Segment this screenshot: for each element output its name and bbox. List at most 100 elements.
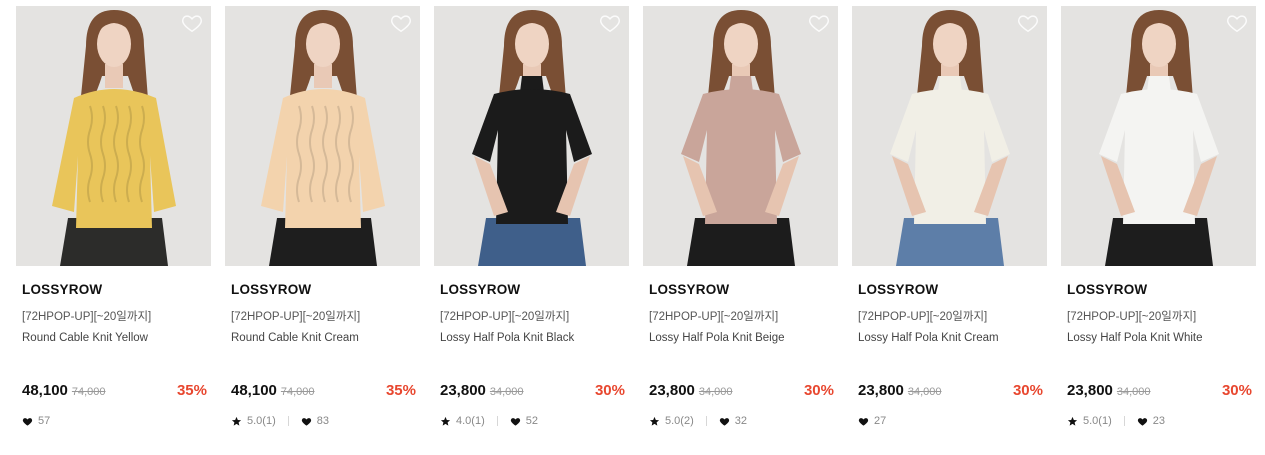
heart-outline-icon[interactable] bbox=[1017, 12, 1039, 34]
heart-outline-icon[interactable] bbox=[599, 12, 621, 34]
star-icon bbox=[231, 416, 242, 426]
product-meta: 5.0(1) 23 bbox=[1067, 415, 1165, 427]
product-brand[interactable]: LOSSYROW bbox=[231, 282, 311, 297]
likes-count: 23 bbox=[1152, 415, 1165, 427]
likes-group[interactable]: 27 bbox=[858, 415, 886, 427]
meta-divider bbox=[287, 416, 289, 426]
product-name[interactable]: Lossy Half Pola Knit Black bbox=[440, 332, 574, 344]
heart-outline-icon[interactable] bbox=[390, 12, 412, 34]
model-photo bbox=[225, 6, 420, 266]
product-meta: 4.0(1) 52 bbox=[440, 415, 538, 427]
product-brand[interactable]: LOSSYROW bbox=[22, 282, 102, 297]
product-brand[interactable]: LOSSYROW bbox=[858, 282, 938, 297]
product-card[interactable]: LOSSYROW [72HPOP-UP][~20일까지] Lossy Half … bbox=[852, 6, 1047, 446]
model-photo bbox=[852, 6, 1047, 266]
model-photo bbox=[434, 6, 629, 266]
likes-group[interactable]: 32 bbox=[719, 415, 747, 427]
likes-count: 27 bbox=[874, 415, 887, 427]
price-row: 48,100 74,000 35% bbox=[22, 382, 207, 402]
likes-group[interactable]: 57 bbox=[22, 415, 50, 427]
likes-group[interactable]: 83 bbox=[301, 415, 329, 427]
heart-icon bbox=[301, 417, 311, 426]
product-name[interactable]: Round Cable Knit Yellow bbox=[22, 332, 148, 344]
model-photo bbox=[1061, 6, 1256, 266]
discount-rate: 35% bbox=[385, 382, 416, 399]
product-brand[interactable]: LOSSYROW bbox=[440, 282, 520, 297]
sale-price: 23,800 bbox=[1067, 382, 1113, 399]
sale-price: 23,800 bbox=[649, 382, 695, 399]
meta-divider bbox=[1123, 416, 1125, 426]
original-price: 34,000 bbox=[907, 386, 942, 398]
heart-icon bbox=[510, 417, 520, 426]
product-meta: 5.0(2) 32 bbox=[649, 415, 747, 427]
price-row: 23,800 34,000 30% bbox=[440, 382, 625, 402]
original-price: 74,000 bbox=[280, 386, 315, 398]
likes-group[interactable]: 52 bbox=[510, 415, 538, 427]
product-card[interactable]: LOSSYROW [72HPOP-UP][~20일까지] Lossy Half … bbox=[434, 6, 629, 446]
rating-value: 5.0(2) bbox=[665, 415, 694, 427]
product-promo-tag: [72HPOP-UP][~20일까지] bbox=[1067, 311, 1197, 323]
sale-price: 23,800 bbox=[858, 382, 904, 399]
star-icon bbox=[440, 416, 451, 426]
heart-icon bbox=[1137, 417, 1147, 426]
product-image[interactable] bbox=[1061, 6, 1256, 266]
original-price: 34,000 bbox=[489, 386, 524, 398]
product-promo-tag: [72HPOP-UP][~20일까지] bbox=[231, 311, 361, 323]
product-card[interactable]: LOSSYROW [72HPOP-UP][~20일까지] Round Cable… bbox=[225, 6, 420, 446]
rating-group: 4.0(1) bbox=[440, 415, 485, 427]
product-name[interactable]: Round Cable Knit Cream bbox=[231, 332, 359, 344]
model-photo bbox=[643, 6, 838, 266]
product-image[interactable] bbox=[643, 6, 838, 266]
product-meta: 27 bbox=[858, 415, 886, 427]
likes-count: 83 bbox=[316, 415, 329, 427]
rating-value: 5.0(1) bbox=[1083, 415, 1112, 427]
heart-outline-icon[interactable] bbox=[181, 12, 203, 34]
rating-value: 4.0(1) bbox=[456, 415, 485, 427]
model-photo bbox=[16, 6, 211, 266]
rating-group: 5.0(2) bbox=[649, 415, 694, 427]
star-icon bbox=[649, 416, 660, 426]
likes-count: 32 bbox=[734, 415, 747, 427]
product-meta: 57 bbox=[22, 415, 50, 427]
original-price: 34,000 bbox=[698, 386, 733, 398]
product-brand[interactable]: LOSSYROW bbox=[649, 282, 729, 297]
product-card[interactable]: LOSSYROW [72HPOP-UP][~20일까지] Lossy Half … bbox=[643, 6, 838, 446]
product-card[interactable]: LOSSYROW [72HPOP-UP][~20일까지] Round Cable… bbox=[16, 6, 211, 446]
rating-group: 5.0(1) bbox=[1067, 415, 1112, 427]
original-price: 34,000 bbox=[1116, 386, 1151, 398]
likes-group[interactable]: 23 bbox=[1137, 415, 1165, 427]
product-image[interactable] bbox=[225, 6, 420, 266]
original-price: 74,000 bbox=[71, 386, 106, 398]
likes-count: 52 bbox=[525, 415, 538, 427]
product-meta: 5.0(1) 83 bbox=[231, 415, 329, 427]
heart-outline-icon[interactable] bbox=[1226, 12, 1248, 34]
discount-rate: 35% bbox=[176, 382, 207, 399]
sale-price: 48,100 bbox=[231, 382, 277, 399]
product-image[interactable] bbox=[852, 6, 1047, 266]
discount-rate: 30% bbox=[803, 382, 834, 399]
star-icon bbox=[1067, 416, 1078, 426]
product-name[interactable]: Lossy Half Pola Knit White bbox=[1067, 332, 1203, 344]
sale-price: 23,800 bbox=[440, 382, 486, 399]
sale-price: 48,100 bbox=[22, 382, 68, 399]
rating-value: 5.0(1) bbox=[247, 415, 276, 427]
product-card[interactable]: LOSSYROW [72HPOP-UP][~20일까지] Lossy Half … bbox=[1061, 6, 1256, 446]
product-brand[interactable]: LOSSYROW bbox=[1067, 282, 1147, 297]
heart-icon bbox=[719, 417, 729, 426]
product-promo-tag: [72HPOP-UP][~20일까지] bbox=[440, 311, 570, 323]
product-name[interactable]: Lossy Half Pola Knit Cream bbox=[858, 332, 999, 344]
rating-group: 5.0(1) bbox=[231, 415, 276, 427]
heart-icon bbox=[858, 417, 869, 426]
heart-outline-icon[interactable] bbox=[808, 12, 830, 34]
product-name[interactable]: Lossy Half Pola Knit Beige bbox=[649, 332, 785, 344]
discount-rate: 30% bbox=[1012, 382, 1043, 399]
likes-count: 57 bbox=[38, 415, 51, 427]
product-promo-tag: [72HPOP-UP][~20일까지] bbox=[858, 311, 988, 323]
product-image[interactable] bbox=[434, 6, 629, 266]
product-image[interactable] bbox=[16, 6, 211, 266]
product-promo-tag: [72HPOP-UP][~20일까지] bbox=[22, 311, 152, 323]
heart-icon bbox=[22, 417, 33, 426]
price-row: 48,100 74,000 35% bbox=[231, 382, 416, 402]
price-row: 23,800 34,000 30% bbox=[858, 382, 1043, 402]
price-row: 23,800 34,000 30% bbox=[1067, 382, 1252, 402]
